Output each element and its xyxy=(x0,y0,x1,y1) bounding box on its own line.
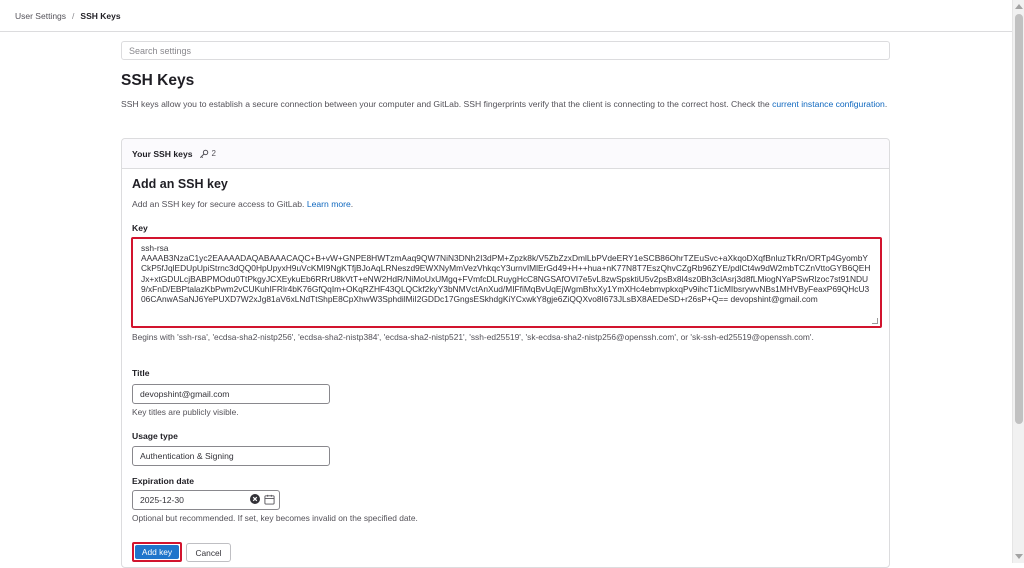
key-textarea-value[interactable]: ssh-rsa AAAAB3NzaC1yc2EAAAADAQABAAACAQC+… xyxy=(141,243,872,304)
add-ssh-key-subtitle-text: Add an SSH key for secure access to GitL… xyxy=(132,199,307,209)
expiration-date-label: Expiration date xyxy=(132,476,195,486)
key-label: Key xyxy=(132,223,148,233)
scroll-thumb[interactable] xyxy=(1015,14,1023,424)
key-icon xyxy=(199,149,209,159)
page-description: SSH keys allow you to establish a secure… xyxy=(121,98,891,112)
page-description-end: . xyxy=(884,99,888,109)
learn-more-link[interactable]: Learn more xyxy=(307,199,351,209)
breadcrumb-user-settings[interactable]: User Settings xyxy=(15,11,66,21)
expiration-date-value[interactable]: 2025-12-30 xyxy=(140,495,184,505)
expiration-help-text: Optional but recommended. If set, key be… xyxy=(132,513,418,523)
scroll-up-arrow[interactable] xyxy=(1015,4,1023,9)
add-key-button-label[interactable]: Add key xyxy=(135,545,179,559)
breadcrumb-separator: / xyxy=(72,10,75,21)
usage-type-select[interactable]: Authentication & Signing xyxy=(132,446,330,466)
key-help-text: Begins with 'ssh-rsa', 'ecdsa-sha2-nistp… xyxy=(132,332,814,342)
key-textarea[interactable]: ssh-rsa AAAAB3NzaC1yc2EAAAADAQABAAACAQC+… xyxy=(131,237,882,328)
search-settings-input[interactable] xyxy=(121,41,890,60)
title-input-value[interactable]: devopshint@gmail.com xyxy=(140,389,229,399)
add-ssh-key-subtitle: Add an SSH key for secure access to GitL… xyxy=(132,199,353,209)
clear-circle-icon[interactable] xyxy=(250,494,260,506)
title-help-text: Key titles are publicly visible. xyxy=(132,407,239,417)
current-instance-configuration-link[interactable]: current instance configuration xyxy=(772,99,885,109)
page-scrollbar[interactable] xyxy=(1012,0,1024,563)
cancel-button[interactable]: Cancel xyxy=(186,543,231,562)
usage-type-label: Usage type xyxy=(132,431,178,441)
title-input[interactable]: devopshint@gmail.com xyxy=(132,384,330,404)
title-label: Title xyxy=(132,368,150,378)
add-key-button[interactable]: Add key xyxy=(132,542,182,562)
breadcrumb-current[interactable]: SSH Keys xyxy=(80,11,120,21)
page-description-text: SSH keys allow you to establish a secure… xyxy=(121,99,773,109)
your-ssh-keys-heading: Your SSH keys xyxy=(132,148,193,159)
add-ssh-key-subtitle-end: . xyxy=(350,199,354,209)
ssh-keys-card: Your SSH keys 2 Add an SSH key Add an SS… xyxy=(121,138,890,568)
scroll-down-arrow[interactable] xyxy=(1015,554,1023,559)
page-title: SSH Keys xyxy=(121,72,195,89)
calendar-icon[interactable] xyxy=(264,494,275,507)
textarea-resize-handle[interactable] xyxy=(872,318,878,324)
ssh-key-count: 2 xyxy=(211,149,216,158)
card-header: Your SSH keys 2 xyxy=(122,139,889,169)
breadcrumb: User Settings / SSH Keys xyxy=(0,0,1012,32)
usage-type-value[interactable]: Authentication & Signing xyxy=(140,451,234,461)
expiration-date-input[interactable]: 2025-12-30 xyxy=(132,490,280,510)
add-ssh-key-title: Add an SSH key xyxy=(132,177,228,191)
